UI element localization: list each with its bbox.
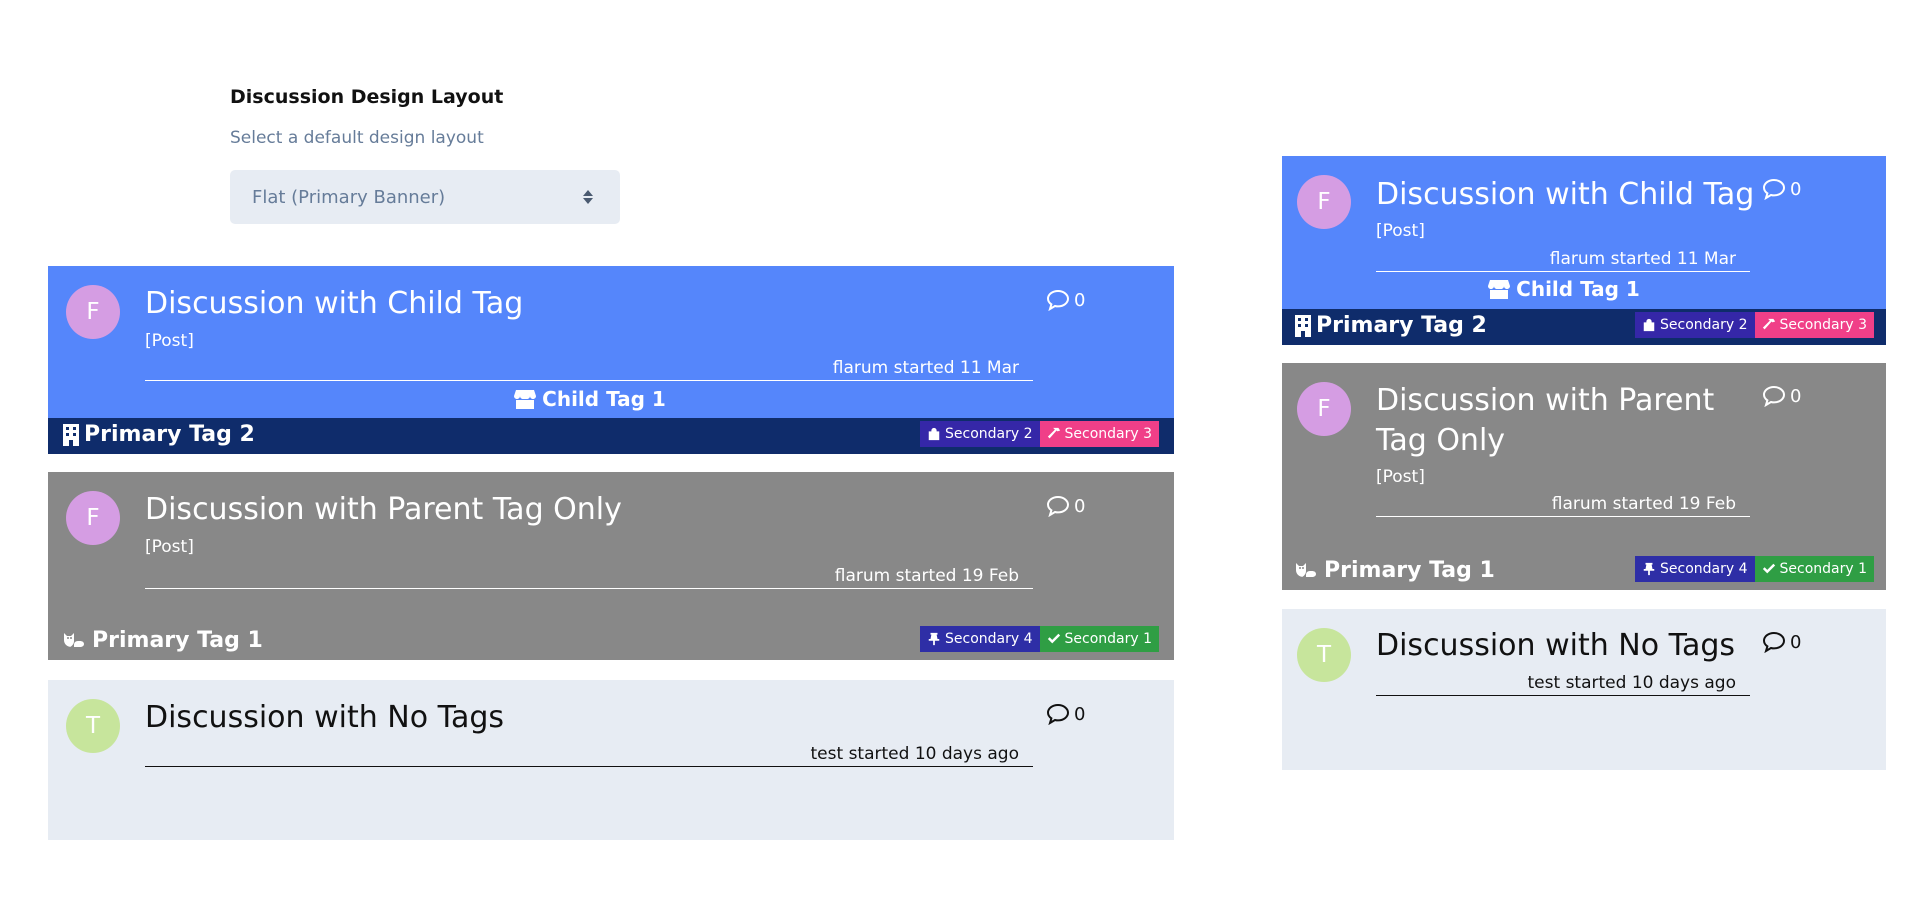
comment-icon [1762, 178, 1786, 200]
primary-tag[interactable]: Primary Tag 2 [62, 422, 255, 447]
secondary-tag[interactable]: Secondary 3 [1039, 421, 1159, 447]
discussion-title[interactable]: Discussion with Child Tag [1376, 175, 1766, 215]
secondary-tags: Secondary 4 Secondary 1 [1635, 556, 1874, 582]
pin-icon [1642, 562, 1656, 576]
discussion-meta: flarum started 11 Mar [145, 358, 1033, 381]
avatar[interactable]: F [66, 285, 120, 339]
secondary-tags: Secondary 4 Secondary 1 [920, 626, 1159, 652]
child-tag[interactable]: Child Tag 1 [145, 384, 1033, 414]
primary-tag[interactable]: Primary Tag 1 [1294, 558, 1495, 583]
discussion-card-child-tag-wide[interactable]: F Discussion with Child Tag [Post] 0 fla… [48, 266, 1174, 454]
discussion-card-no-tags-narrow[interactable]: T Discussion with No Tags 0 test started… [1282, 609, 1886, 770]
post-excerpt: [Post] [145, 331, 194, 351]
discussion-card-parent-tag-narrow[interactable]: F Discussion with Parent Tag Only [Post]… [1282, 363, 1886, 590]
avatar[interactable]: F [66, 491, 120, 545]
secondary-tag[interactable]: Secondary 3 [1754, 312, 1874, 338]
discussion-title[interactable]: Discussion with No Tags [145, 698, 504, 738]
discussion-card-child-tag-narrow[interactable]: F Discussion with Child Tag [Post] 0 fla… [1282, 156, 1886, 345]
discussion-card-no-tags-wide[interactable]: T Discussion with No Tags 0 test started… [48, 680, 1174, 840]
avatar[interactable]: T [1297, 628, 1351, 682]
avatar[interactable]: F [1297, 382, 1351, 436]
bag-icon [1642, 318, 1656, 332]
reply-count: 0 [1762, 178, 1801, 200]
post-excerpt: [Post] [145, 537, 194, 557]
check-icon [1047, 632, 1061, 646]
design-layout-setting: Discussion Design Layout Select a defaul… [230, 86, 620, 224]
primary-tag-banner: Primary Tag 2 Secondary 2 Secondary 3 [48, 418, 1174, 454]
comment-icon [1046, 703, 1070, 725]
secondary-tag[interactable]: Secondary 1 [1754, 556, 1874, 582]
discussion-meta: test started 10 days ago [1376, 673, 1750, 696]
discussion-meta: flarum started 19 Feb [145, 566, 1033, 589]
primary-tag[interactable]: Primary Tag 2 [1294, 313, 1487, 338]
post-excerpt: [Post] [1376, 467, 1425, 487]
store-icon [1486, 278, 1512, 300]
design-layout-select[interactable]: Flat (Primary Banner) [230, 170, 620, 224]
secondary-tag[interactable]: Secondary 4 [1635, 556, 1755, 582]
discussion-meta: test started 10 days ago [145, 744, 1033, 767]
avatar[interactable]: F [1297, 175, 1351, 229]
building-icon [62, 423, 80, 447]
setting-title: Discussion Design Layout [230, 86, 504, 108]
primary-tag-banner: Primary Tag 2 Secondary 2 Secondary 3 [1282, 309, 1886, 345]
comment-icon [1762, 385, 1786, 407]
child-tag[interactable]: Child Tag 1 [1376, 275, 1750, 303]
building-icon [1294, 314, 1312, 338]
secondary-tag[interactable]: Secondary 1 [1039, 626, 1159, 652]
reply-count: 0 [1046, 495, 1085, 517]
avatar[interactable]: T [66, 699, 120, 753]
bag-icon [927, 427, 941, 441]
discussion-card-parent-tag-wide[interactable]: F Discussion with Parent Tag Only [Post]… [48, 472, 1174, 660]
comment-icon [1046, 495, 1070, 517]
secondary-tags: Secondary 2 Secondary 3 [920, 421, 1159, 447]
post-excerpt: [Post] [1376, 221, 1425, 241]
hammer-icon [1762, 318, 1776, 332]
secondary-tag[interactable]: Secondary 2 [920, 421, 1040, 447]
comment-icon [1046, 289, 1070, 311]
cat-icon [1294, 559, 1320, 583]
design-layout-selected-value: Flat (Primary Banner) [252, 186, 446, 208]
pin-icon [927, 632, 941, 646]
primary-tag-banner: Primary Tag 1 Secondary 4 Secondary 1 [48, 624, 1174, 660]
discussion-title[interactable]: Discussion with No Tags [1376, 626, 1735, 666]
reply-count: 0 [1762, 385, 1801, 407]
check-icon [1762, 562, 1776, 576]
primary-tag-banner: Primary Tag 1 Secondary 4 Secondary 1 [1282, 554, 1886, 590]
discussion-meta: flarum started 19 Feb [1376, 494, 1750, 517]
store-icon [512, 388, 538, 410]
secondary-tag[interactable]: Secondary 4 [920, 626, 1040, 652]
select-arrows-icon [582, 189, 594, 205]
reply-count: 0 [1046, 703, 1085, 725]
setting-help-text: Select a default design layout [230, 128, 484, 148]
discussion-title[interactable]: Discussion with Parent Tag Only [1376, 381, 1756, 461]
cat-icon [62, 629, 88, 653]
reply-count: 0 [1762, 631, 1801, 653]
discussion-meta: flarum started 11 Mar [1376, 249, 1750, 272]
discussion-title[interactable]: Discussion with Parent Tag Only [145, 490, 622, 530]
secondary-tags: Secondary 2 Secondary 3 [1635, 312, 1874, 338]
secondary-tag[interactable]: Secondary 2 [1635, 312, 1755, 338]
discussion-title[interactable]: Discussion with Child Tag [145, 284, 523, 324]
reply-count: 0 [1046, 289, 1085, 311]
hammer-icon [1047, 427, 1061, 441]
comment-icon [1762, 631, 1786, 653]
primary-tag[interactable]: Primary Tag 1 [62, 628, 263, 653]
